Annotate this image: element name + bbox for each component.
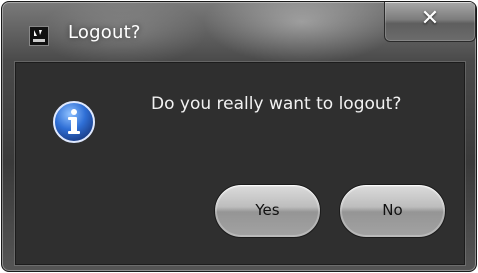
dialog-body: Do you really want to logout? Yes No <box>15 62 465 265</box>
title-bar[interactable]: Logout? ✕ <box>2 2 476 58</box>
yes-button-label: Yes <box>255 201 280 219</box>
close-button[interactable]: ✕ <box>384 2 476 42</box>
logout-dialog: Logout? ✕ Do you really want to logout? … <box>1 1 477 272</box>
no-button[interactable]: No <box>339 184 446 238</box>
no-button-label: No <box>382 201 403 219</box>
dialog-message: Do you really want to logout? <box>151 94 402 114</box>
dialog-title: Logout? <box>68 22 141 43</box>
info-icon <box>52 100 96 144</box>
yes-button[interactable]: Yes <box>214 184 321 238</box>
close-icon: ✕ <box>420 6 440 31</box>
app-logo-icon <box>29 26 49 46</box>
